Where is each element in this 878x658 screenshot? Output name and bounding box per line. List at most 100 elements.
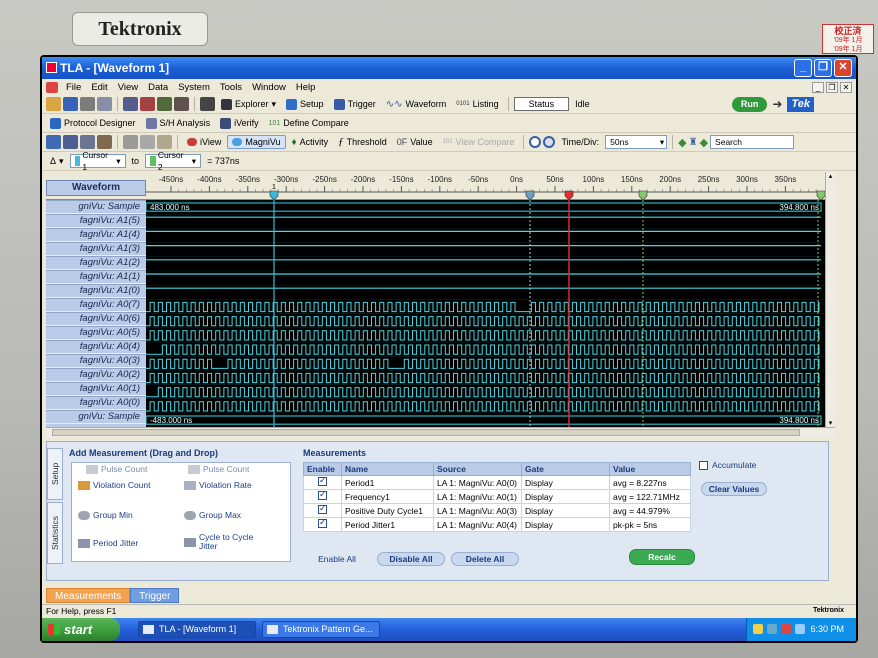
source-cell[interactable]: LA 1: MagniVu: A0(1) — [433, 489, 522, 504]
menu-file[interactable]: File — [61, 82, 86, 93]
channel-label[interactable]: fagniVu: A1(5) — [46, 214, 146, 228]
menu-tools[interactable]: Tools — [215, 82, 247, 93]
maximize-button[interactable]: ❐ — [814, 59, 832, 77]
channel-label[interactable]: fagniVu: A0(7) — [46, 298, 146, 312]
pointer-icon[interactable] — [200, 97, 215, 111]
cursor2-select[interactable]: Cursor 2 ▾ — [145, 150, 202, 172]
print-icon[interactable] — [80, 97, 95, 111]
enable-cell[interactable] — [303, 475, 342, 490]
explorer-button[interactable]: Explorer ▾ — [217, 98, 280, 111]
menu-edit[interactable]: Edit — [86, 82, 112, 93]
source-cell[interactable]: LA 1: MagniVu: A0(3) — [433, 503, 522, 518]
define-compare-button[interactable]: 101 Define Compare — [265, 117, 353, 129]
recalc-button[interactable]: Recalc — [629, 549, 695, 565]
enable-checkbox[interactable] — [318, 489, 327, 500]
scroll-down-icon[interactable]: ▾ — [826, 419, 835, 427]
palette-item[interactable]: Group Max — [184, 511, 241, 520]
cursor1-select[interactable]: Cursor 1 ▾ — [69, 150, 126, 172]
trigger-marker[interactable] — [564, 190, 574, 200]
tools-icon[interactable] — [174, 97, 189, 111]
paste-icon[interactable] — [157, 135, 172, 149]
source-cell[interactable]: LA 1: MagniVu: A0(4) — [433, 517, 522, 532]
mdi-close-button[interactable]: ✕ — [840, 81, 852, 93]
source-cell[interactable]: LA 1: MagniVu: A0(0) — [433, 475, 522, 490]
channel-label[interactable]: fagniVu: A0(2) — [46, 368, 146, 382]
add-marker-icon[interactable] — [63, 135, 78, 149]
palette-item[interactable]: Group Min — [78, 511, 133, 520]
channel-label[interactable]: fagniVu: A0(0) — [46, 396, 146, 410]
tab-trigger[interactable]: Trigger — [130, 588, 180, 603]
module-icon[interactable] — [157, 97, 172, 111]
menu-help[interactable]: Help — [291, 82, 321, 93]
palette-item[interactable]: Cycle to Cycle Jitter — [184, 533, 264, 551]
scroll-up-icon[interactable]: ▴ — [826, 172, 835, 180]
name-cell[interactable]: Period1 — [341, 475, 434, 490]
channel-label[interactable]: fagniVu: A1(4) — [46, 228, 146, 242]
binoculars-icon[interactable]: ♜ — [689, 137, 698, 148]
trigger-button[interactable]: Trigger — [330, 98, 380, 111]
accumulate-row[interactable]: Accumulate — [699, 460, 819, 470]
tab-setup[interactable]: Setup — [47, 448, 63, 500]
taskbar-item-pattern-generator[interactable]: Tektronix Pattern Ge... — [262, 621, 380, 638]
name-cell[interactable]: Period Jitter1 — [341, 517, 434, 532]
waveform-window[interactable]: Waveform -450ns -400ns -350ns -300ns -250ns -… — [46, 172, 829, 427]
accumulate-checkbox[interactable] — [699, 460, 708, 470]
save-icon[interactable] — [63, 97, 78, 111]
tray-icon[interactable] — [753, 624, 763, 634]
iview-button[interactable]: iView — [183, 136, 225, 148]
zoom-in-icon[interactable] — [543, 136, 556, 148]
setup-button[interactable]: Setup — [282, 98, 328, 111]
palette-item[interactable]: Pulse Count — [86, 465, 147, 474]
col-gate[interactable]: Gate — [521, 462, 610, 476]
minimize-button[interactable]: _ — [794, 59, 812, 77]
threshold-button[interactable]: ƒ Threshold — [334, 135, 391, 149]
col-value[interactable]: Value — [609, 462, 691, 476]
table-row[interactable]: Positive Duty Cycle1LA 1: MagniVu: A0(3)… — [303, 503, 691, 518]
tray-icon[interactable] — [795, 624, 805, 634]
add-waveform-icon[interactable] — [46, 135, 61, 149]
col-source[interactable]: Source — [433, 462, 522, 476]
view-compare-button[interactable]: 101 View Compare — [439, 136, 519, 148]
system-icon[interactable] — [123, 97, 138, 111]
run-button[interactable]: Run — [731, 96, 768, 112]
mdi-minimize-button[interactable]: _ — [812, 81, 824, 93]
tab-measurements[interactable]: Measurements — [46, 588, 131, 603]
print-preview-icon[interactable] — [97, 97, 112, 111]
zoom-out-icon[interactable] — [529, 136, 542, 148]
name-cell[interactable]: Frequency1 — [341, 489, 434, 504]
enable-checkbox[interactable] — [318, 517, 327, 528]
sh-analysis-button[interactable]: S/H Analysis — [142, 117, 215, 130]
delta-button[interactable]: Δ ▾ — [46, 155, 68, 168]
marker-b[interactable] — [638, 190, 648, 200]
tray-icon[interactable] — [781, 624, 791, 634]
enable-cell[interactable] — [303, 503, 342, 518]
palette-item[interactable]: Violation Rate — [184, 481, 274, 490]
tray-icon[interactable] — [767, 624, 777, 634]
enable-cell[interactable] — [303, 489, 342, 504]
search-input[interactable]: Search — [710, 135, 795, 149]
edit-icon[interactable] — [97, 135, 112, 149]
delete-all-button[interactable]: Delete All — [451, 552, 519, 566]
channel-label[interactable]: gniVu: Sample — [46, 410, 146, 424]
col-name[interactable]: Name — [341, 462, 434, 476]
channel-label[interactable]: fagniVu: A0(3) — [46, 354, 146, 368]
magnivu-button[interactable]: MagniVu — [227, 135, 286, 149]
gate-cell[interactable]: Display — [521, 489, 610, 504]
palette-item[interactable]: Violation Count — [78, 481, 168, 490]
enable-checkbox[interactable] — [318, 503, 327, 514]
search-next-icon[interactable]: ◆ — [700, 136, 708, 149]
channel-label[interactable]: fagniVu: A1(0) — [46, 284, 146, 298]
waveform-button[interactable]: ∿∿ Waveform — [382, 98, 450, 111]
time-div-select[interactable]: 50ns ▾ — [605, 135, 668, 149]
open-folder-icon[interactable] — [46, 97, 61, 111]
channel-label[interactable]: gniVu: Sample — [46, 200, 146, 214]
name-cell[interactable]: Positive Duty Cycle1 — [341, 503, 434, 518]
menu-window[interactable]: Window — [247, 82, 291, 93]
channel-label[interactable]: fagniVu: A1(2) — [46, 256, 146, 270]
enable-cell[interactable] — [303, 517, 342, 532]
copy-icon[interactable] — [140, 135, 155, 149]
iverify-button[interactable]: iVerify — [216, 117, 263, 130]
palette-item[interactable]: Pulse Count — [188, 465, 249, 474]
table-row[interactable]: Frequency1LA 1: MagniVu: A0(1)Displayavg… — [303, 489, 691, 504]
channel-label[interactable]: fagniVu: A1(1) — [46, 270, 146, 284]
